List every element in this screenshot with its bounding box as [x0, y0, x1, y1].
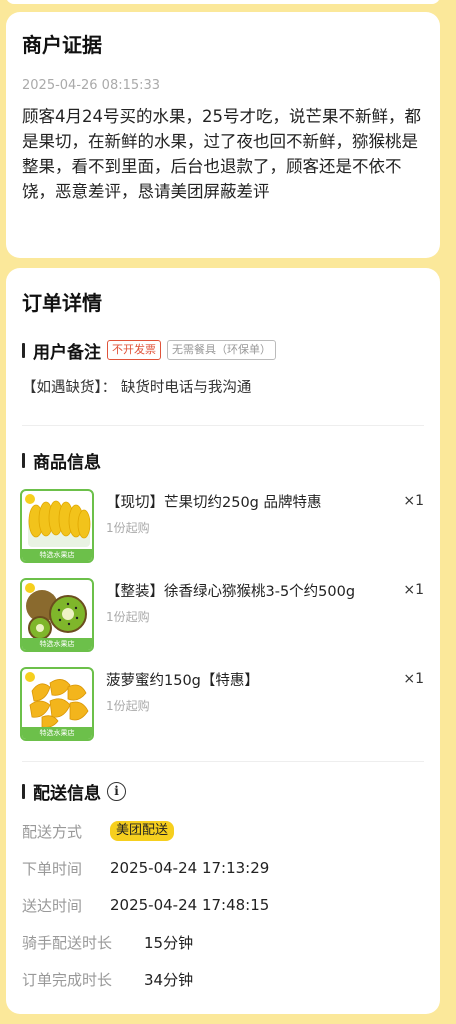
product-thumbnail: 特选水果店 [20, 667, 94, 741]
goods-min-purchase: 1份起购 [106, 610, 150, 624]
goods-name: 【整装】徐香绿心猕猴桃3-5个约500g [106, 584, 356, 600]
goods-item[interactable]: 特选水果店 菠萝蜜约150g【特惠】 1份起购 ×1 [20, 667, 424, 743]
completion-duration-label: 订单完成时长 [22, 970, 113, 989]
goods-item[interactable]: 特选水果店 【现切】芒果切约250g 品牌特惠 1份起购 ×1 [20, 489, 424, 565]
kiwi-icon [25, 583, 87, 640]
goods-info: 【整装】徐香绿心猕猴桃3-5个约500g 1份起购 ×1 [106, 578, 424, 654]
thumb-store-label: 特选水果店 [22, 638, 92, 650]
delivery-method-row: 配送方式 美团配送 [22, 820, 440, 842]
goods-name: 菠萝蜜约150g【特惠】 [106, 673, 259, 689]
delivered-time-value: 2025-04-24 17:48:15 [110, 896, 270, 914]
thumb-store-label: 特选水果店 [22, 549, 92, 561]
product-thumbnail: 特选水果店 [20, 489, 94, 563]
divider [22, 761, 424, 762]
order-time-value: 2025-04-24 17:13:29 [110, 859, 270, 877]
delivery-method-label: 配送方式 [22, 822, 83, 841]
order-time-label: 下单时间 [22, 859, 83, 878]
completion-duration-row: 订单完成时长 34分钟 [22, 968, 440, 990]
goods-item[interactable]: 特选水果店 【整装】徐香绿心猕猴桃3-5个约500g 1份起购 ×1 [20, 578, 424, 654]
section-marker [22, 783, 25, 799]
rider-duration-value: 15分钟 [144, 933, 194, 952]
goods-info: 【现切】芒果切约250g 品牌特惠 1份起购 ×1 [106, 489, 424, 565]
rider-duration-label: 骑手配送时长 [22, 933, 113, 952]
jackfruit-icon [25, 672, 89, 728]
delivered-time-label: 送达时间 [22, 896, 83, 915]
completion-duration-value: 34分钟 [144, 970, 194, 989]
goods-min-purchase: 1份起购 [106, 699, 150, 713]
goods-quantity: ×1 [403, 671, 424, 687]
goods-quantity: ×1 [403, 582, 424, 598]
delivered-time-row: 送达时间 2025-04-24 17:48:15 [22, 894, 440, 916]
delivery-method-badge: 美团配送 [110, 821, 175, 841]
rider-duration-row: 骑手配送时长 15分钟 [22, 931, 440, 953]
goods-info: 菠萝蜜约150g【特惠】 1份起购 ×1 [106, 667, 424, 743]
mango-icon [25, 494, 91, 547]
info-icon[interactable]: i [107, 781, 126, 801]
delivery-section-title: 配送信息 [33, 783, 101, 804]
delivery-section-header: 配送信息 i [22, 779, 126, 804]
thumb-store-label: 特选水果店 [22, 727, 92, 739]
order-time-row: 下单时间 2025-04-24 17:13:29 [22, 857, 440, 879]
goods-min-purchase: 1份起购 [106, 521, 150, 535]
goods-quantity: ×1 [403, 493, 424, 509]
product-thumbnail: 特选水果店 [20, 578, 94, 652]
goods-name: 【现切】芒果切约250g 品牌特惠 [106, 495, 322, 511]
